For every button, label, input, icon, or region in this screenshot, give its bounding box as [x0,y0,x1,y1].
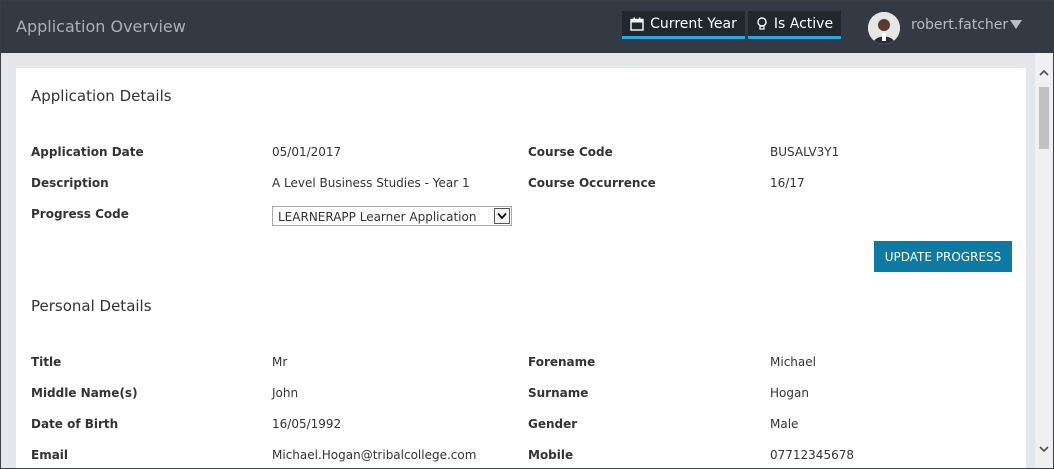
surname-label: Surname [528,386,589,400]
forename-value: Michael [770,355,816,369]
calendar-icon [630,17,644,31]
course-occurrence-value: 16/17 [770,176,805,190]
email-value: Michael.Hogan@tribalcollege.com [272,448,477,462]
application-date-value: 05/01/2017 [272,145,342,159]
middle-names-value: John [272,386,299,400]
personal-details-heading: Personal Details [31,297,152,315]
course-code-label: Course Code [528,145,613,159]
mobile-label: Mobile [528,448,574,462]
gender-value: Male [770,417,799,431]
progress-code-label: Progress Code [31,207,129,221]
title-label: Title [31,355,62,369]
course-occurrence-label: Course Occurrence [528,176,656,190]
mobile-value: 07712345678 [770,448,854,462]
content-panel: Application Details Application Date 05/… [16,68,1026,468]
chevron-down-icon[interactable] [494,208,510,224]
description-label: Description [31,176,109,190]
avatar[interactable] [868,12,900,44]
forename-label: Forename [528,355,596,369]
dob-label: Date of Birth [31,417,119,431]
email-label: Email [31,448,69,462]
is-active-label: Is Active [773,15,834,32]
description-value: A Level Business Studies - Year 1 [272,176,470,190]
user-menu[interactable]: robert.fatcher [911,17,1008,33]
title-value: Mr [272,355,288,369]
progress-code-selected: LEARNERAPP Learner Application [278,210,477,224]
middle-names-label: Middle Name(s) [31,386,138,400]
scroll-up-icon[interactable] [1038,67,1050,79]
current-year-button[interactable]: Current Year [622,11,745,39]
dob-value: 16/05/1992 [272,417,342,431]
application-date-label: Application Date [31,145,144,159]
caret-down-icon[interactable] [1010,20,1022,29]
app-window: Application Overview Current Year Is Act… [0,0,1054,469]
progress-code-select[interactable]: LEARNERAPP Learner Application [272,206,512,226]
update-progress-button[interactable]: UPDATE PROGRESS [874,241,1012,272]
scroll-down-icon[interactable] [1038,443,1050,455]
current-year-label: Current Year [650,15,737,32]
vertical-scrollbar[interactable] [1035,53,1053,468]
top-bar: Application Overview Current Year Is Act… [1,1,1053,53]
gender-label: Gender [528,417,578,431]
page-title: Application Overview [16,17,186,36]
surname-value: Hogan [770,386,809,400]
application-details-heading: Application Details [31,87,172,105]
is-active-button[interactable]: Is Active [748,11,841,39]
lightbulb-icon [756,16,768,31]
scroll-thumb[interactable] [1039,87,1049,149]
course-code-value: BUSALV3Y1 [770,145,840,159]
